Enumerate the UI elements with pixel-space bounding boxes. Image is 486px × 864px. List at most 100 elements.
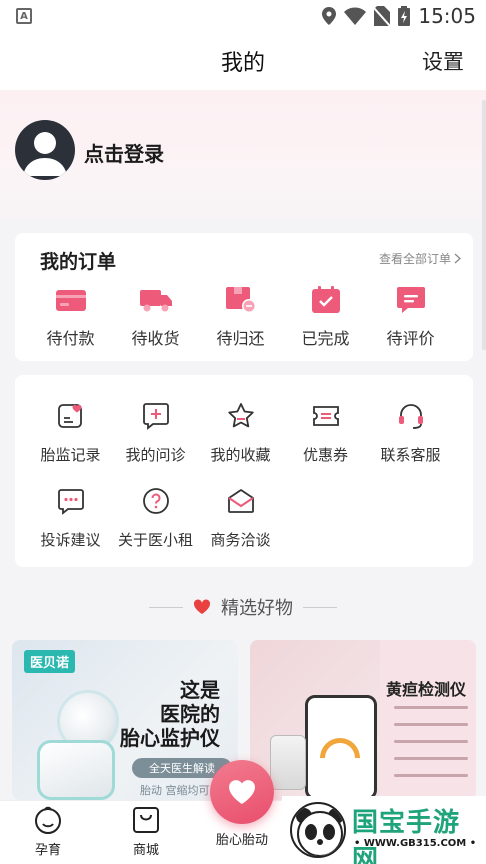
tab-mall[interactable]: 商城 (106, 805, 186, 858)
product-headline-line-1: 这是 (180, 678, 220, 702)
heart-icon (229, 780, 255, 804)
watermark-url: • WWW.GB315.COM • (354, 838, 477, 849)
feature-line (394, 706, 468, 709)
product-subtitle: 胎动 宫缩均可 (140, 784, 210, 797)
service-label: 联系客服 (380, 446, 441, 464)
location-icon (322, 7, 337, 25)
truck-icon (139, 285, 173, 315)
service-label: 商务洽谈 (210, 531, 271, 549)
services-row-2: 投诉建议 关于医小租 商务洽谈 (15, 485, 473, 550)
product-headline-line-3: 胎心监护仪 (120, 726, 220, 750)
featured-section-title: 精选好物 (0, 594, 486, 620)
featured-title: 精选好物 (221, 598, 293, 619)
orders-title: 我的订单 (40, 251, 117, 273)
order-completed-label: 已完成 (301, 329, 350, 348)
panda-logo (290, 802, 346, 858)
fetal-monitor-base-image (37, 740, 115, 800)
chevron-right-icon (454, 253, 461, 264)
product-card-jaundice-meter[interactable]: 黄疸检测仪 (250, 640, 476, 800)
battery-charging-icon (398, 6, 411, 26)
tab-fetal-heart[interactable]: 胎心胎动 (202, 825, 282, 848)
view-all-orders-link[interactable]: 查看全部订单 (379, 250, 461, 267)
question-icon (140, 485, 172, 517)
user-avatar-icon (23, 132, 67, 176)
heart-icon (193, 599, 211, 614)
profile-section: 点击登录 (0, 90, 486, 220)
shopping-bag-icon (133, 807, 159, 833)
calendar-check-icon (309, 285, 343, 315)
fetal-heart-fab-button[interactable] (210, 760, 274, 824)
consult-plus-icon (140, 400, 172, 432)
order-pending-return-label: 待归还 (216, 329, 265, 348)
service-my-favorites[interactable]: 我的收藏 (198, 400, 283, 465)
service-my-consultations[interactable]: 我的问诊 (113, 400, 198, 465)
comment-icon (394, 285, 428, 315)
brand-logo: 医贝诺 (24, 650, 76, 673)
divider (303, 606, 337, 608)
order-pending-payment-label: 待付款 (46, 329, 95, 348)
product-headline: 黄疸检测仪 (385, 680, 466, 699)
scrollbar[interactable] (482, 100, 486, 350)
jaundice-meter-image (270, 735, 306, 790)
product-headline: 这是 医院的 胎心监护仪 (120, 678, 220, 750)
tab-pregnancy[interactable]: 孕育 (8, 805, 88, 858)
service-label: 胎监记录 (40, 446, 101, 464)
order-pending-payment[interactable]: 待付款 (28, 285, 113, 349)
order-pending-receipt-label: 待收货 (131, 329, 180, 348)
feedback-icon (55, 485, 87, 517)
mail-icon (225, 485, 257, 517)
tab-mall-label: 商城 (132, 843, 159, 858)
service-label: 我的问诊 (125, 446, 186, 464)
feature-line (394, 774, 468, 777)
divider (149, 606, 183, 608)
view-all-orders-label: 查看全部订单 (378, 252, 451, 266)
no-sim-icon (374, 6, 391, 26)
watermark-name: 国宝手游网 (352, 808, 461, 864)
service-label: 我的收藏 (210, 446, 271, 464)
notification-a-icon: A (16, 8, 32, 24)
tab-pregnancy-label: 孕育 (34, 843, 61, 858)
service-fetal-monitor-records[interactable]: 胎监记录 (28, 400, 113, 465)
settings-button[interactable]: 设置 (422, 46, 464, 76)
feature-list-graphic (386, 706, 468, 791)
page-title: 我的 (220, 51, 265, 76)
feature-line (394, 740, 468, 743)
status-bar: A 15:05 (0, 0, 486, 32)
services-row-1: 胎监记录 我的问诊 我的收藏 优惠券 联系客服 (15, 400, 473, 465)
watermark: 国宝手游网 • WWW.GB315.COM • (282, 796, 486, 864)
feature-line (394, 757, 468, 760)
tab-fetal-heart-label: 胎心胎动 (215, 833, 268, 848)
product-headline-line-2: 医院的 (160, 702, 220, 726)
order-pending-return[interactable]: 待归还 (198, 285, 283, 349)
service-business[interactable]: 商务洽谈 (198, 485, 283, 550)
service-contact-support[interactable]: 联系客服 (368, 400, 453, 465)
phone-app-image (305, 695, 377, 800)
login-link[interactable]: 点击登录 (84, 138, 164, 167)
gauge-graphic (320, 738, 360, 758)
service-label: 优惠券 (302, 446, 348, 464)
wallet-icon (54, 285, 88, 315)
service-about[interactable]: 关于医小租 (113, 485, 198, 550)
coupon-icon (310, 400, 342, 432)
status-time: 15:05 (418, 4, 476, 28)
headset-icon (395, 400, 427, 432)
baby-face-icon (35, 806, 61, 834)
service-label: 投诉建议 (40, 531, 101, 549)
my-orders-card: 我的订单 查看全部订单 待付款 待收货 待归还 已完成 待评价 (15, 233, 473, 361)
heart-record-icon (55, 400, 87, 432)
page-header: 我的 设置 (0, 32, 486, 90)
return-box-icon (224, 285, 258, 315)
feature-line (394, 723, 468, 726)
order-completed[interactable]: 已完成 (283, 285, 368, 349)
order-pending-review[interactable]: 待评价 (368, 285, 453, 349)
orders-status-row: 待付款 待收货 待归还 已完成 待评价 (15, 285, 473, 349)
service-label: 关于医小租 (117, 531, 193, 549)
services-card: 胎监记录 我的问诊 我的收藏 优惠券 联系客服 投诉建议 关于医小租 商务洽谈 (15, 375, 473, 567)
star-icon (225, 400, 257, 432)
avatar[interactable] (15, 120, 75, 180)
service-complaints-suggestions[interactable]: 投诉建议 (28, 485, 113, 550)
service-coupons[interactable]: 优惠券 (283, 400, 368, 465)
order-pending-receipt[interactable]: 待收货 (113, 285, 198, 349)
product-card-fetal-monitor[interactable]: 医贝诺 这是 医院的 胎心监护仪 全天医生解读 胎动 宫缩均可 (12, 640, 238, 800)
wifi-icon (344, 7, 367, 25)
